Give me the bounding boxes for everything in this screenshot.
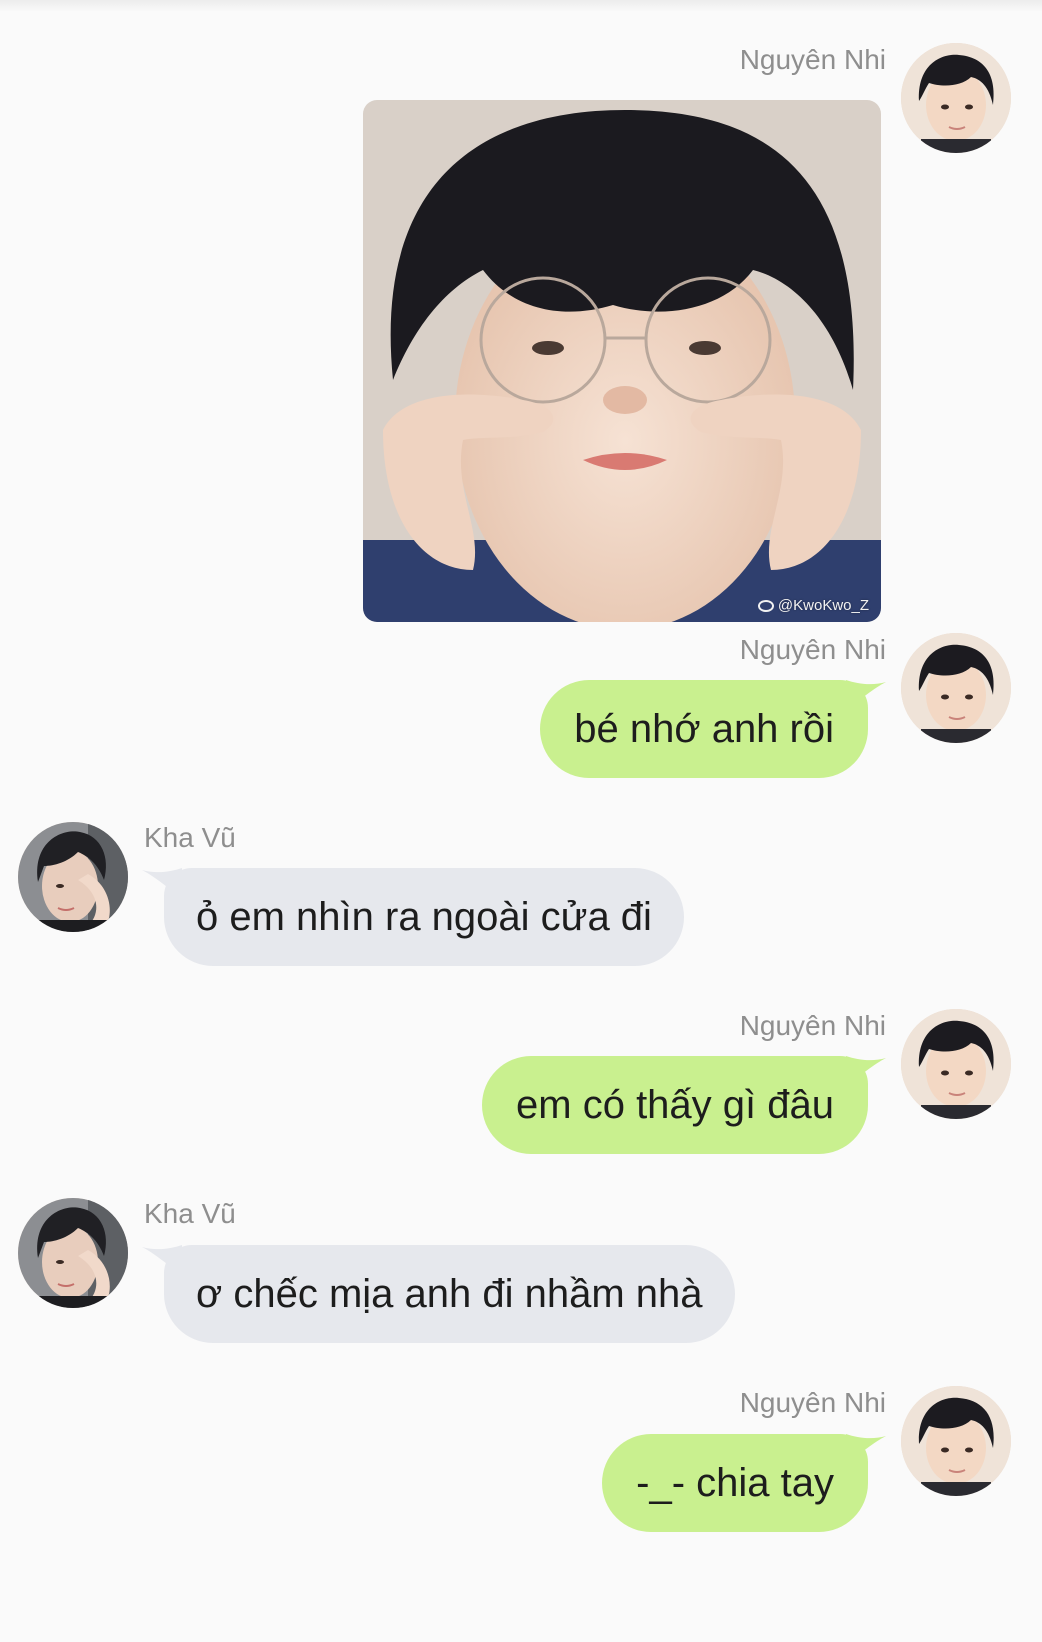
- photo-watermark: @KwoKwo_Z: [757, 597, 869, 614]
- sender-name: Nguyên Nhi: [739, 1010, 886, 1041]
- message-bubble[interactable]: ơ chếc mịa anh đi nhầm nhà: [164, 1245, 735, 1343]
- message-bubble[interactable]: bé nhớ anh rồi: [540, 680, 868, 778]
- sender-name: Kha Vũ: [144, 1198, 236, 1229]
- avatar[interactable]: [18, 822, 128, 932]
- message-bubble[interactable]: ỏ em nhìn ra ngoài cửa đi: [164, 868, 684, 966]
- avatar[interactable]: [901, 1009, 1011, 1119]
- sender-name: Nguyên Nhi: [739, 634, 886, 665]
- avatar[interactable]: [901, 1386, 1011, 1496]
- sender-name: Nguyên Nhi: [739, 1387, 886, 1418]
- message-bubble[interactable]: em có thấy gì đâu: [482, 1056, 868, 1154]
- message-bubble[interactable]: -_- chia tay: [602, 1434, 868, 1532]
- avatar[interactable]: [18, 1198, 128, 1308]
- weibo-icon: [757, 600, 774, 612]
- avatar[interactable]: [901, 43, 1011, 153]
- sender-name: Nguyên Nhi: [739, 44, 886, 75]
- sender-name: Kha Vũ: [144, 822, 236, 853]
- shared-photo[interactable]: @KwoKwo_Z: [363, 100, 881, 622]
- avatar[interactable]: [901, 633, 1011, 743]
- chat-window: Nguyên Nhi @KwoKwo_Z Nguyên Nhi bé nhớ a…: [0, 0, 1042, 1642]
